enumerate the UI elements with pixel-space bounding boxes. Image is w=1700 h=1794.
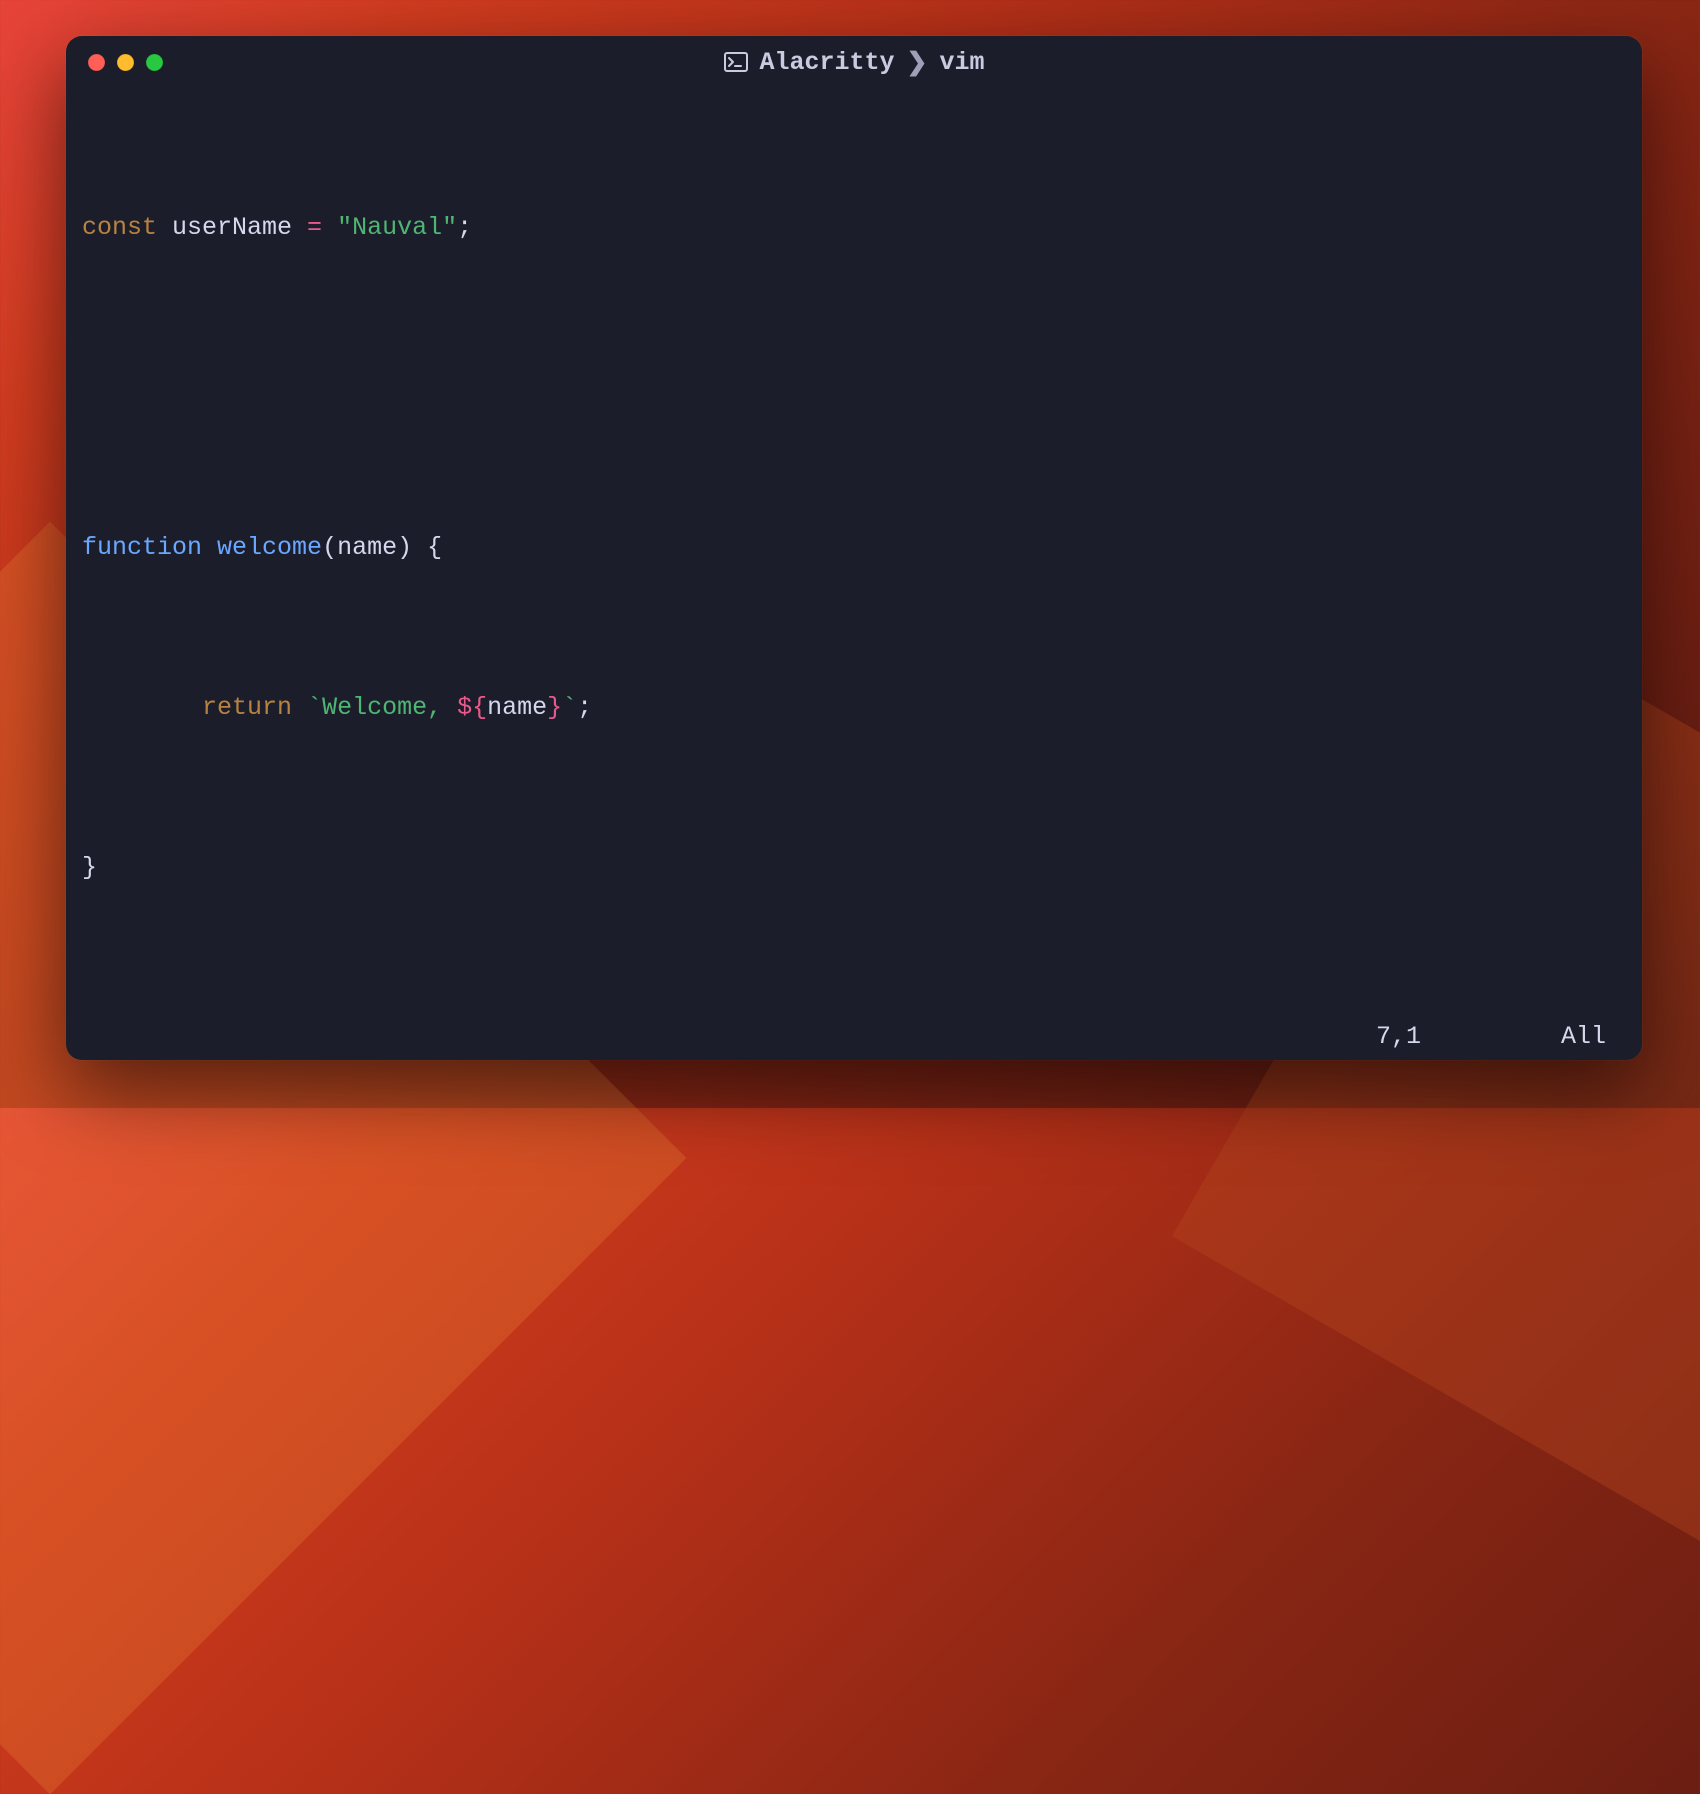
vim-statusbar: 7,1 All: [66, 1020, 1642, 1060]
title-process: vim: [939, 48, 984, 77]
maximize-button[interactable]: [146, 54, 163, 71]
cursor-position: 7,1: [1376, 1022, 1421, 1051]
code-line: [82, 1008, 1626, 1020]
titlebar: Alacritty ❯ vim: [66, 36, 1642, 88]
terminal-window: Alacritty ❯ vim const userName = "Nauval…: [66, 36, 1642, 1060]
code-line: }: [82, 848, 1626, 888]
code-line: function welcome(name) {: [82, 528, 1626, 568]
code-line: return `Welcome, ${name}`;: [82, 688, 1626, 728]
editor-viewport[interactable]: const userName = "Nauval"; function welc…: [66, 88, 1642, 1020]
terminal-icon: [724, 52, 748, 72]
traffic-lights: [66, 54, 163, 71]
window-title: Alacritty ❯ vim: [66, 47, 1642, 78]
title-app: Alacritty: [760, 48, 895, 77]
minimize-button[interactable]: [117, 54, 134, 71]
code-line: [82, 368, 1626, 408]
close-button[interactable]: [88, 54, 105, 71]
scroll-indicator: All: [1561, 1022, 1606, 1051]
title-separator: ❯: [907, 47, 928, 78]
code-line: const userName = "Nauval";: [82, 208, 1626, 248]
